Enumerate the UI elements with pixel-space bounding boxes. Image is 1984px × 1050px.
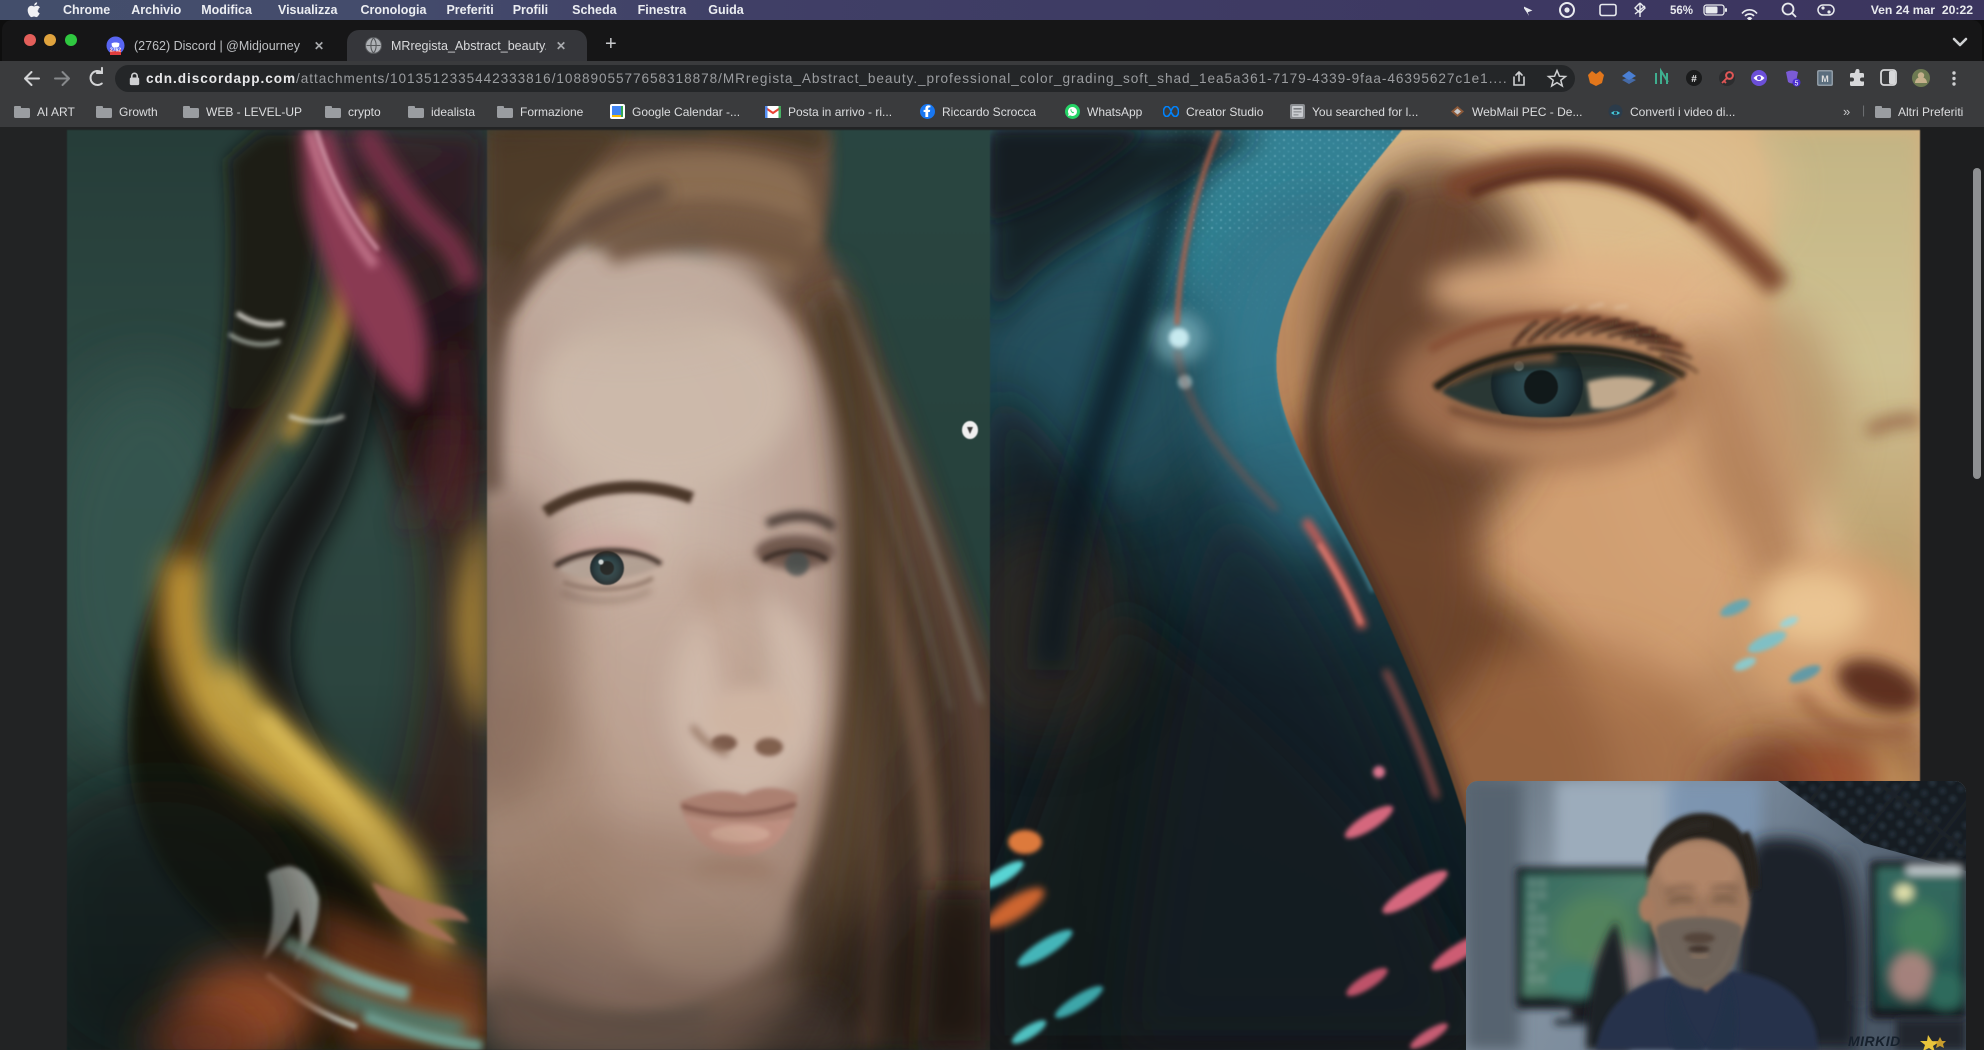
svg-text:MIRKID: MIRKID	[1848, 1033, 1901, 1049]
svg-text:56%: 56%	[1670, 5, 1693, 17]
svg-text:M: M	[1821, 74, 1829, 84]
svg-text:2762: 2762	[110, 48, 121, 54]
svg-text:#: #	[1691, 74, 1697, 85]
svg-text:31: 31	[613, 108, 622, 117]
svg-text:5: 5	[1795, 81, 1799, 88]
